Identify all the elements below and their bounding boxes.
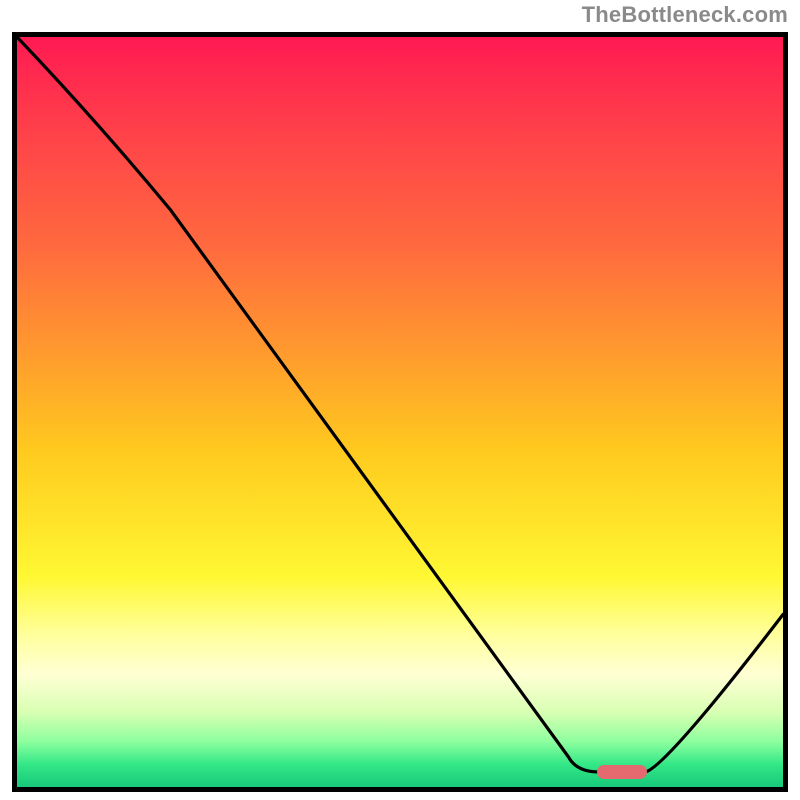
optimal-range-marker	[597, 765, 647, 779]
chart-frame	[12, 32, 788, 792]
attribution-text: TheBottleneck.com	[582, 2, 788, 28]
chart-curve	[17, 37, 783, 787]
chart-plot-area	[17, 37, 783, 787]
